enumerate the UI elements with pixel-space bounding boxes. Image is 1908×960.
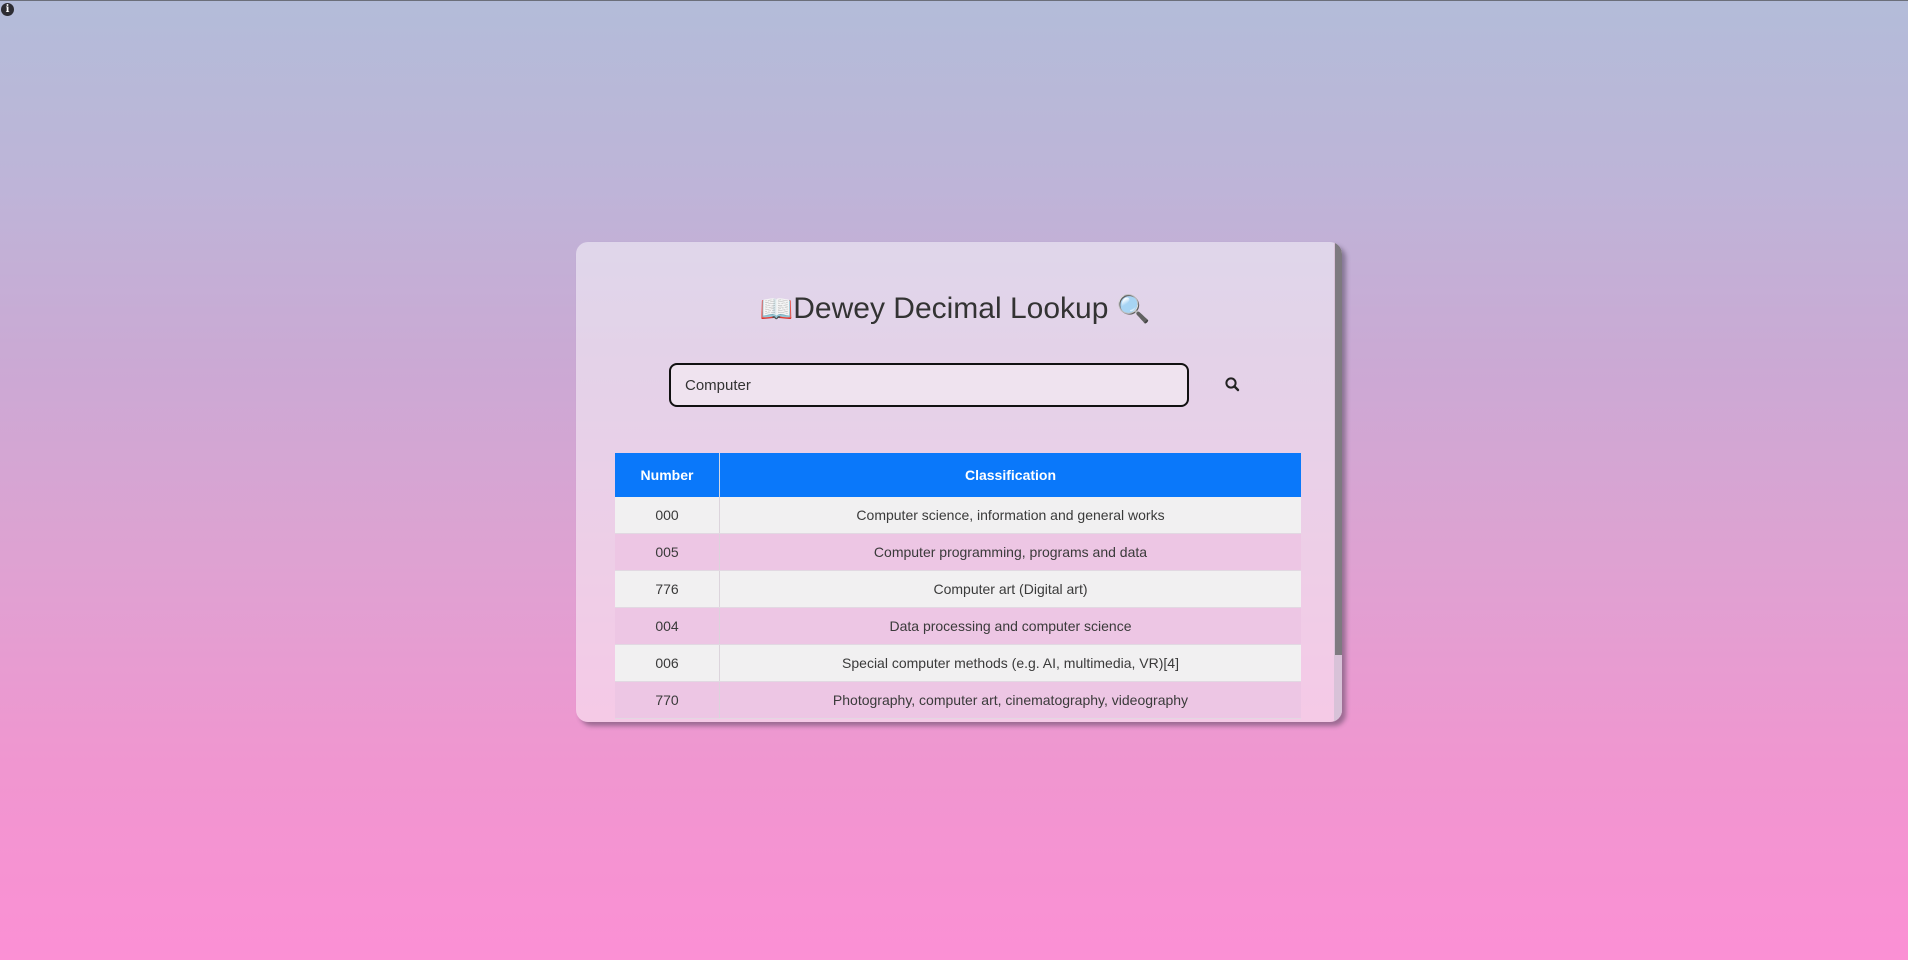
search-input[interactable] <box>669 363 1189 407</box>
cell-classification: Computer art (Digital art) <box>719 570 1301 608</box>
table-row[interactable]: 776 Computer art (Digital art) <box>615 570 1301 608</box>
cell-classification: Computer science, information and genera… <box>719 497 1301 534</box>
magnifying-glass-icon: 🔍 <box>1116 294 1151 325</box>
cell-number: 006 <box>615 644 720 682</box>
search-button[interactable] <box>1222 374 1244 396</box>
cell-classification: Data processing and computer science <box>719 607 1301 645</box>
table-header-row: Number Classification <box>615 453 1301 497</box>
table-row[interactable]: 004 Data processing and computer science <box>615 607 1301 645</box>
cell-classification: Special computer methods (e.g. AI, multi… <box>719 644 1301 682</box>
cell-classification: Computer programming, programs and data <box>719 533 1301 571</box>
column-header-classification[interactable]: Classification <box>719 453 1301 497</box>
table-row[interactable]: 770 Photography, computer art, cinematog… <box>615 681 1301 719</box>
lookup-card: 📖Dewey Decimal Lookup 🔍 Number Classific… <box>576 242 1342 722</box>
table-row[interactable]: 005 Computer programming, programs and d… <box>615 533 1301 571</box>
cell-classification: Photography, computer art, cinematograph… <box>719 681 1301 719</box>
cell-number: 770 <box>615 681 720 719</box>
open-book-icon: 📖 <box>759 294 794 325</box>
cell-number: 004 <box>615 607 720 645</box>
page-title-text: Dewey Decimal Lookup <box>793 292 1109 325</box>
info-icon[interactable]: i <box>1 3 14 16</box>
cell-number: 005 <box>615 533 720 571</box>
scrollbar-thumb[interactable] <box>1335 242 1342 655</box>
search-icon <box>1225 377 1240 392</box>
window-top-border <box>0 0 1908 1</box>
cell-number: 776 <box>615 570 720 608</box>
table-row[interactable]: 000 Computer science, information and ge… <box>615 497 1301 534</box>
card-scrollbar[interactable] <box>1334 242 1342 722</box>
page-title: 📖Dewey Decimal Lookup 🔍 <box>576 292 1334 326</box>
cell-number: 000 <box>615 497 720 534</box>
column-header-number[interactable]: Number <box>615 453 720 497</box>
table-row[interactable]: 006 Special computer methods (e.g. AI, m… <box>615 644 1301 682</box>
results-table: Number Classification 000 Computer scien… <box>615 453 1301 719</box>
